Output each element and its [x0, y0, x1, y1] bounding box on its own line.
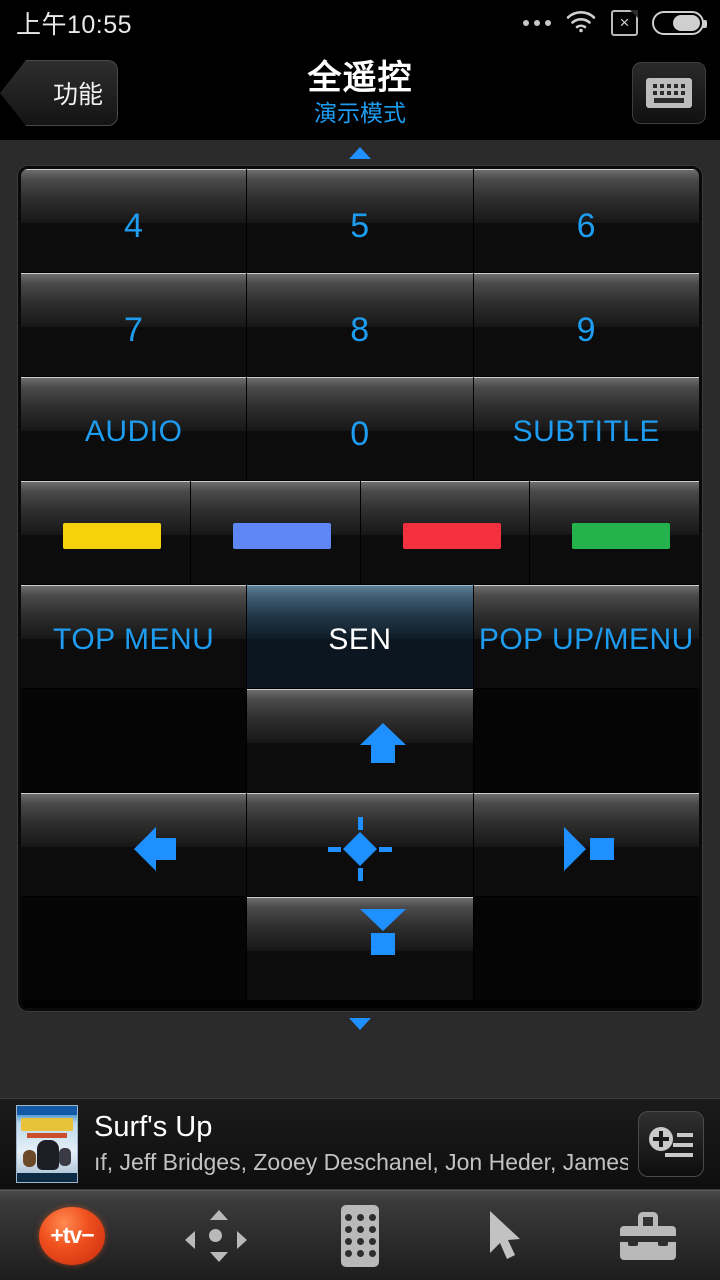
dpad-left-button[interactable] — [21, 793, 248, 897]
keypad-row-menus: TOP MENU SEN POP UP/MENU — [21, 585, 699, 689]
red-color-swatch — [402, 523, 501, 549]
key-9[interactable]: 9 — [473, 273, 699, 377]
triangle-up-icon — [349, 147, 371, 159]
key-label: TOP MENU — [53, 623, 215, 656]
green-color-swatch — [572, 523, 671, 549]
key-color-green[interactable] — [530, 481, 699, 585]
key-7[interactable]: 7 — [21, 273, 248, 377]
key-audio[interactable]: AUDIO — [21, 377, 248, 481]
page-title: 全遥控 — [307, 59, 413, 98]
nav-tools[interactable] — [576, 1191, 720, 1280]
key-label: 6 — [576, 207, 597, 245]
key-6[interactable]: 6 — [473, 169, 699, 273]
scroll-down-indicator[interactable] — [18, 1011, 702, 1037]
keypad-row-audio-0-subtitle: AUDIO 0 SUBTITLE — [21, 377, 699, 481]
remote-keypad-panel: 4 5 6 7 8 9 AUDIO 0 SUBTITLE TOP MENU SE… — [18, 166, 702, 1011]
key-subtitle[interactable]: SUBTITLE — [473, 377, 699, 481]
keyboard-icon — [646, 78, 692, 108]
key-top-menu[interactable]: TOP MENU — [21, 585, 248, 689]
yellow-color-swatch — [63, 523, 161, 549]
key-color-blue[interactable] — [190, 481, 361, 585]
key-color-yellow[interactable] — [21, 481, 191, 585]
add-to-list-button[interactable] — [638, 1111, 704, 1177]
dpad-right-button[interactable] — [473, 793, 699, 897]
nav-full-remote[interactable] — [288, 1191, 432, 1280]
status-bar: 上午10:55 × — [0, 0, 720, 46]
now-playing-bar[interactable]: Surf's Up ıf, Jeff Bridges, Zooey Descha… — [0, 1098, 720, 1190]
keypad-row-color-keys — [21, 481, 699, 585]
key-color-red[interactable] — [360, 481, 531, 585]
dpad-row-down — [21, 897, 699, 1001]
remote-panel-area: 4 5 6 7 8 9 AUDIO 0 SUBTITLE TOP MENU SE… — [0, 140, 720, 1100]
page-subtitle: 演示模式 — [314, 99, 406, 126]
dpad-corner-bottom-left — [21, 897, 248, 1001]
key-label: SUBTITLE — [512, 415, 660, 448]
now-playing-title: Surf's Up — [94, 1111, 213, 1144]
bottom-navigation-bar: +tv− — [0, 1190, 720, 1280]
dpad-corner-top-left — [21, 689, 248, 793]
key-label: 0 — [350, 415, 370, 453]
cursor-arrow-icon — [484, 1209, 524, 1263]
keypad-row-789: 7 8 9 — [21, 273, 699, 377]
app-header: 功能 全遥控 演示模式 — [0, 46, 720, 140]
dpad-corner-bottom-right — [473, 897, 699, 1001]
add-to-list-icon — [649, 1127, 693, 1161]
dpad-down-button[interactable] — [247, 897, 474, 1001]
key-8[interactable]: 8 — [247, 273, 474, 377]
now-playing-cast: ıf, Jeff Bridges, Zooey Deschanel, Jon H… — [94, 1148, 628, 1175]
key-0[interactable]: 0 — [247, 377, 474, 481]
cover-art-thumbnail — [16, 1105, 78, 1183]
key-sen[interactable]: SEN — [247, 585, 474, 689]
back-function-button[interactable]: 功能 — [0, 60, 118, 126]
keyboard-button[interactable] — [632, 62, 706, 124]
dpad-row-middle — [21, 793, 699, 897]
dpad-corner-top-right — [473, 689, 699, 793]
status-clock: 上午10:55 — [16, 11, 133, 39]
key-label: 7 — [123, 311, 144, 349]
remote-keypad-icon — [341, 1204, 379, 1267]
blue-color-swatch — [232, 523, 331, 549]
keypad-row-456: 4 5 6 — [21, 169, 699, 273]
nav-pointer[interactable] — [432, 1191, 576, 1280]
tv-logo-icon: +tv− — [39, 1206, 105, 1265]
header-title-group: 全遥控 演示模式 — [308, 60, 413, 126]
sim-card-disabled-icon: × — [611, 10, 638, 36]
dpad-up-button[interactable] — [247, 689, 474, 793]
dpad-enter-button[interactable] — [247, 793, 474, 897]
status-icons: × — [523, 9, 707, 38]
key-5[interactable]: 5 — [247, 169, 474, 273]
key-label: 4 — [123, 207, 144, 245]
nav-dpad[interactable] — [144, 1191, 288, 1280]
triangle-down-icon — [349, 1018, 371, 1030]
key-label: 9 — [576, 311, 597, 349]
more-dots-icon — [523, 20, 551, 26]
key-label: POP UP/MENU — [478, 623, 694, 656]
back-function-label: 功能 — [52, 81, 103, 109]
key-4[interactable]: 4 — [21, 169, 248, 273]
wifi-icon — [565, 9, 597, 38]
enter-diamond-icon — [327, 817, 392, 881]
dpad-row-up — [21, 689, 699, 793]
now-playing-text: Surf's Up ıf, Jeff Bridges, Zooey Descha… — [94, 1111, 628, 1176]
nav-tv-sideview[interactable]: +tv− — [0, 1191, 144, 1280]
key-label: 8 — [350, 311, 370, 349]
key-label: SEN — [328, 623, 392, 656]
remote-app-screen: 上午10:55 × 功能 全遥控 演示模式 4 5 6 7 8 9 AUDIO … — [0, 0, 720, 1280]
key-label: AUDIO — [84, 415, 183, 448]
scroll-up-indicator[interactable] — [18, 140, 702, 166]
toolbox-icon — [620, 1211, 676, 1260]
key-pop-up-menu[interactable]: POP UP/MENU — [473, 585, 699, 689]
battery-icon — [652, 11, 707, 35]
tv-logo-label: +tv− — [50, 1222, 94, 1248]
dpad-icon — [185, 1209, 247, 1262]
key-label: 5 — [350, 207, 370, 245]
